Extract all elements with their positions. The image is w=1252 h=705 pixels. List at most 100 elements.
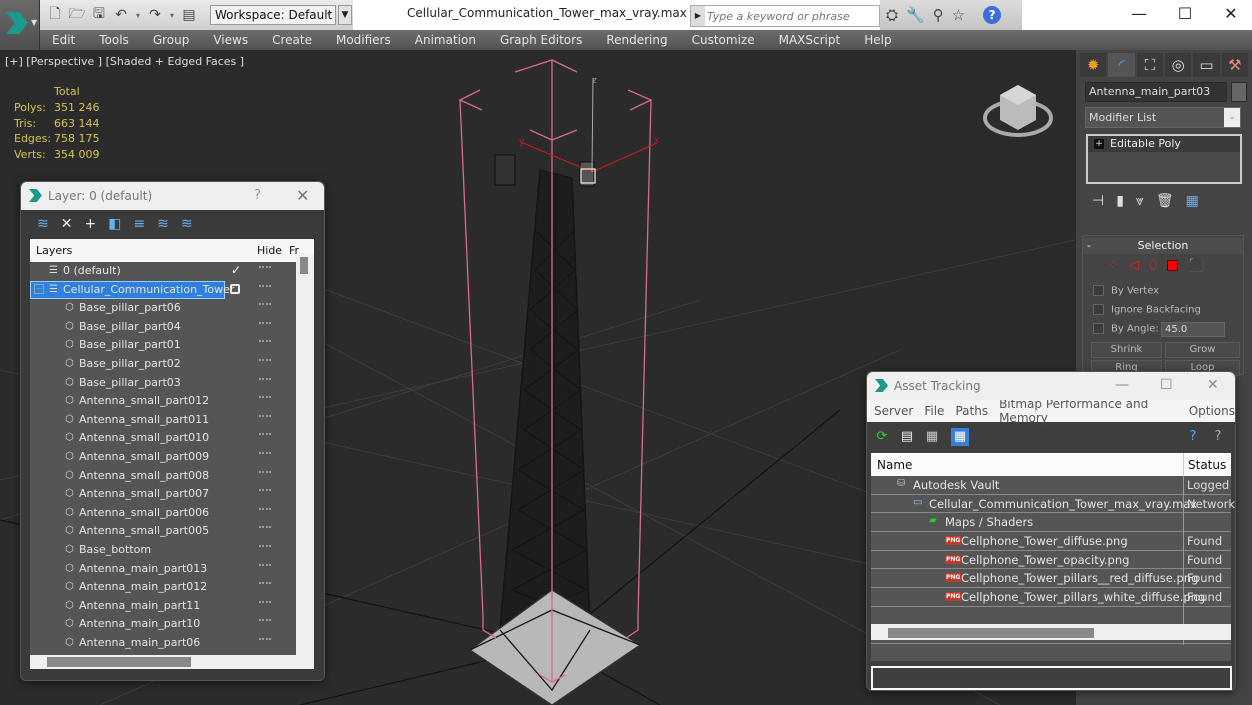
layer-object-row[interactable]: ⬡ Antenna_small_part009 xyxy=(30,448,296,467)
maximize-button[interactable]: ☐ xyxy=(1160,377,1173,393)
hide-toggle[interactable] xyxy=(259,544,271,547)
wrench-icon[interactable]: 🔧 xyxy=(906,6,925,24)
column-hide[interactable]: Hide xyxy=(257,244,282,257)
object-color-swatch[interactable] xyxy=(1231,82,1247,102)
save-icon[interactable]: 🖫 xyxy=(90,6,108,24)
binoculars-icon[interactable]: ⛭ xyxy=(886,6,898,24)
hide-toggle[interactable] xyxy=(259,563,271,566)
layer-dialog-titlebar[interactable]: Layer: 0 (default) ? ✕ xyxy=(21,182,324,210)
hide-toggle[interactable] xyxy=(259,284,271,287)
border-icon[interactable]: ⬯ xyxy=(1149,258,1157,273)
redo-dropdown-icon[interactable]: ▾ xyxy=(168,6,176,24)
polygon-icon[interactable] xyxy=(1167,260,1179,271)
modifier-list-dropdown[interactable]: Modifier List ⌄ xyxy=(1085,107,1241,128)
column-status[interactable]: Status xyxy=(1188,458,1226,472)
layer-object-row[interactable]: ⬡ Antenna_small_part005 xyxy=(30,522,296,541)
layer-object-row[interactable]: ⬡ Antenna_small_part011 xyxy=(30,411,296,430)
asset-path-field[interactable] xyxy=(871,666,1232,690)
hide-toggle[interactable] xyxy=(259,303,271,306)
layer-object-row[interactable]: ⬡ Antenna_main_part012 xyxy=(30,578,296,597)
layer-object-row[interactable]: ⬡ Antenna_small_part010 xyxy=(30,429,296,448)
layer-object-row[interactable]: ⬡ Antenna_small_part007 xyxy=(30,485,296,504)
minimize-button[interactable]: — xyxy=(1115,377,1129,393)
create-tab-icon[interactable]: ✹ xyxy=(1080,53,1107,77)
collapse-icon[interactable]: − xyxy=(34,283,44,294)
angle-spinner[interactable]: 45.0 xyxy=(1161,322,1225,337)
open-folder-icon[interactable]: 🗁 xyxy=(68,6,86,24)
help-button[interactable]: ? xyxy=(254,188,261,203)
menu-modifiers[interactable]: Modifiers xyxy=(324,33,403,47)
asset-row[interactable]: ▭ Cellular_Communication_Tower_max_vray.m… xyxy=(871,494,1235,514)
refresh-icon[interactable]: ⟳ xyxy=(873,428,891,446)
menu-views[interactable]: Views xyxy=(201,33,260,47)
element-icon[interactable]: ⬛ xyxy=(1188,258,1204,273)
make-current-layer-toggle[interactable] xyxy=(230,283,240,294)
menu-edit[interactable]: Edit xyxy=(40,33,87,47)
modifier-stack-item[interactable]: + Editable Poly xyxy=(1088,136,1240,152)
hide-toggle[interactable] xyxy=(259,321,271,324)
by-angle-checkbox[interactable]: By Angle: xyxy=(1093,323,1159,335)
hierarchy-tab-icon[interactable]: ⛶ xyxy=(1136,53,1163,77)
shrink-button[interactable]: Shrink xyxy=(1091,342,1162,358)
menu-server[interactable]: Server xyxy=(874,404,913,418)
menu-animation[interactable]: Animation xyxy=(403,33,488,47)
table-view-icon[interactable]: ▦ xyxy=(951,428,969,446)
context-help-icon[interactable]: ? xyxy=(1209,428,1227,446)
hide-toggle[interactable] xyxy=(259,358,271,361)
menu-file[interactable]: File xyxy=(924,404,944,418)
show-end-result-icon[interactable]: ▮ xyxy=(1116,193,1124,209)
hide-toggle[interactable] xyxy=(259,377,271,380)
ignore-backfacing-checkbox[interactable]: Ignore Backfacing xyxy=(1093,304,1201,316)
thumbnail-view-icon[interactable]: ▦ xyxy=(923,428,941,446)
layer-object-row[interactable]: ⬡ Base_pillar_part04 xyxy=(30,318,296,337)
by-vertex-checkbox[interactable]: By Vertex xyxy=(1093,285,1159,297)
maximize-button[interactable]: ☐ xyxy=(1162,0,1208,30)
asset-row[interactable]: PNG Cellphone_Tower_opacity.png Found xyxy=(871,550,1231,570)
redo-icon[interactable]: ↷ xyxy=(146,6,164,24)
horizontal-scrollbar[interactable] xyxy=(30,655,296,669)
list-view-icon[interactable]: ▤ xyxy=(898,428,916,446)
edge-icon[interactable]: ◁ xyxy=(1129,258,1139,273)
search-input[interactable] xyxy=(707,7,877,25)
hide-toggle[interactable] xyxy=(259,507,271,510)
layer-object-row[interactable]: ⬡ Antenna_small_part008 xyxy=(30,467,296,486)
asset-row[interactable]: PNG Cellphone_Tower_pillars_white_diffuse… xyxy=(871,588,1231,608)
modify-tab-icon[interactable]: ◜ xyxy=(1108,53,1135,77)
layer-object-row[interactable]: ⬡ Antenna_main_part10 xyxy=(30,615,296,634)
undo-dropdown-icon[interactable]: ▾ xyxy=(134,6,142,24)
pin-stack-icon[interactable]: ⊣ xyxy=(1092,193,1104,209)
hide-toggle[interactable] xyxy=(259,451,271,454)
star-icon[interactable]: ☆ xyxy=(952,6,965,24)
hide-toggle[interactable] xyxy=(259,340,271,343)
help-icon[interactable]: ? xyxy=(1184,428,1202,446)
hide-toggle[interactable] xyxy=(259,470,271,473)
layer-object-row[interactable]: ⬡ Antenna_main_part11 xyxy=(30,597,296,616)
menu-group[interactable]: Group xyxy=(141,33,202,47)
hide-toggle[interactable] xyxy=(259,414,271,417)
scrollbar-thumb[interactable] xyxy=(300,257,308,274)
hide-all-layers-icon[interactable]: ≋ xyxy=(157,216,169,232)
select-objects-in-layer-icon[interactable]: ◧ xyxy=(108,216,121,232)
utilities-tab-icon[interactable]: ⚒ xyxy=(1221,53,1248,77)
close-button[interactable]: ✕ xyxy=(1207,377,1219,393)
layer-object-row[interactable]: ⬡ Antenna_small_part006 xyxy=(30,504,296,523)
grow-button[interactable]: Grow xyxy=(1165,342,1240,358)
display-tab-icon[interactable]: ▭ xyxy=(1193,53,1220,77)
project-folder-icon[interactable]: ▤ xyxy=(180,6,198,24)
menu-bitmap-performance[interactable]: Bitmap Performance and Memory xyxy=(999,397,1178,425)
column-name[interactable]: Name xyxy=(877,458,912,472)
expand-icon[interactable]: + xyxy=(1094,139,1104,149)
customize-qat-button[interactable]: ▼ xyxy=(338,5,352,25)
remove-modifier-icon[interactable]: 🗑 xyxy=(1156,193,1174,209)
menu-maxscript[interactable]: MAXScript xyxy=(767,33,853,47)
layer-row-default[interactable]: ☰ 0 (default) ✓ xyxy=(30,262,296,281)
hide-toggle[interactable] xyxy=(259,526,271,529)
asset-row[interactable]: ▰ Maps / Shaders xyxy=(871,513,1231,533)
asset-row[interactable]: PNG Cellphone_Tower_diffuse.png Found xyxy=(871,532,1231,552)
highlight-layer-icon[interactable]: ≡ xyxy=(133,216,145,232)
menu-help[interactable]: Help xyxy=(852,33,903,47)
help-icon[interactable]: ? xyxy=(983,6,1002,24)
hide-toggle[interactable] xyxy=(259,582,271,585)
viewcube[interactable] xyxy=(983,85,1053,137)
freeze-all-layers-icon[interactable]: ≋ xyxy=(181,216,193,232)
